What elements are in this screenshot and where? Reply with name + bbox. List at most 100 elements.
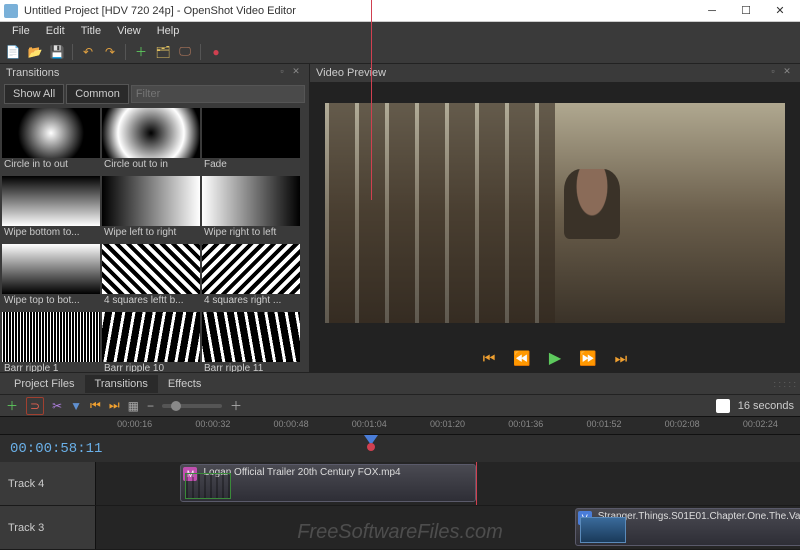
transition-label: 4 squares right ... [202,294,300,310]
transition-label: Fade [202,158,300,174]
menubar: File Edit Title View Help [0,22,800,40]
transition-item[interactable]: Circle out to in [102,108,200,174]
transition-label: Circle in to out [2,158,100,174]
track-body[interactable]: MLogan Official Trailer 20th Century FOX… [96,462,800,505]
profile-icon[interactable]: 🗂 [154,43,172,61]
prev-marker-icon[interactable]: ⏮ [90,398,101,413]
track-header[interactable]: Track 3 [0,506,96,549]
filter-show-all[interactable]: Show All [4,84,64,104]
menu-edit[interactable]: Edit [38,25,73,37]
window-title: Untitled Project [HDV 720 24p] - OpenSho… [24,5,696,17]
panel-close-icon[interactable]: ✕ [289,66,303,80]
duration-box-icon [716,399,730,413]
ruler-tick: 00:00:32 [195,419,230,429]
next-marker-icon[interactable]: ⏭ [109,398,120,413]
open-project-icon[interactable]: 📂 [26,43,44,61]
clip[interactable]: VStranger.Things.S01E01.Chapter.One.The.… [575,508,800,546]
rewind-icon[interactable]: ⏪ [513,350,530,367]
transition-item[interactable]: Wipe top to bot... [2,244,100,310]
new-project-icon[interactable]: 📄 [4,43,22,61]
app-icon [4,4,18,18]
zoom-slider[interactable] [162,404,222,408]
redo-icon[interactable]: ↷ [101,43,119,61]
preview-panel-title: Video Preview [316,67,386,79]
transition-item[interactable]: Barr ripple 1 [2,312,100,372]
transition-item[interactable]: Barr ripple 11 [202,312,300,372]
jump-end-icon[interactable]: ⏭ [615,350,628,367]
panel-undock-icon[interactable]: ▫ [275,66,289,80]
center-playhead-icon[interactable]: ▦ [128,399,139,413]
add-track-icon[interactable]: ＋ [6,397,18,414]
track-header[interactable]: Track 4 [0,462,96,505]
transition-thumb [2,108,100,158]
tab-project-files[interactable]: Project Files [4,375,85,393]
marker-icon[interactable]: ▼ [70,399,82,413]
zoom-in-icon[interactable]: ＋ [230,397,242,414]
transitions-grid: Circle in to outCircle out to inFade Wipe… [0,106,309,372]
menu-help[interactable]: Help [149,25,188,37]
transition-label: Circle out to in [102,158,200,174]
track-body[interactable]: VStranger.Things.S01E01.Chapter.One.The.… [96,506,800,549]
transition-label: Barr ripple 11 [202,362,300,372]
transition-item[interactable]: Barr ripple 10 [102,312,200,372]
timeline-head: 00:00:58:11 [0,434,800,462]
ruler-tick: 00:00:48 [274,419,309,429]
zoom-out-icon[interactable]: − [147,399,154,413]
clip-end-marker [476,462,477,505]
ruler-tick: 00:02:08 [665,419,700,429]
transition-item[interactable]: Wipe left to right [102,176,200,242]
razor-icon[interactable]: ✂ [52,399,62,413]
maximize-button[interactable]: ☐ [730,2,762,20]
transition-item[interactable]: Fade [202,108,300,174]
transition-thumb [202,244,300,294]
transition-thumb [202,176,300,226]
save-project-icon[interactable]: 💾 [48,43,66,61]
timeline-toolbar: ＋ ⊃ ✂ ▼ ⏮ ⏭ ▦ − ＋ 16 seconds [0,394,800,416]
preview-panel-header: Video Preview ▫ ✕ [310,64,800,82]
fast-forward-icon[interactable]: ⏩ [579,350,596,367]
transition-item[interactable]: 4 squares leftt b... [102,244,200,310]
transition-label: 4 squares leftt b... [102,294,200,310]
tab-effects[interactable]: Effects [158,375,211,393]
ruler-tick: 00:01:36 [508,419,543,429]
track: Track 3 VStranger.Things.S01E01.Chapter.O… [0,506,800,550]
timeline-ruler[interactable]: 00:00:1600:00:3200:00:4800:01:0400:01:20… [0,416,800,434]
close-button[interactable]: ✕ [764,2,796,20]
minimize-button[interactable]: ─ [696,2,728,20]
transition-label: Wipe bottom to... [2,226,100,242]
playhead[interactable] [364,435,378,462]
preview-panel: Video Preview ▫ ✕ ⏮ ⏪ ▶ ⏩ ⏭ [310,64,800,372]
transition-thumb [202,108,300,158]
ruler-tick: 00:00:16 [117,419,152,429]
filter-common[interactable]: Common [66,84,129,104]
menu-file[interactable]: File [4,25,38,37]
import-files-icon[interactable]: ＋ [132,43,150,61]
menu-title[interactable]: Title [73,25,109,37]
transition-thumb [2,176,100,226]
clip-thumb [580,517,626,543]
transition-item[interactable]: Circle in to out [2,108,100,174]
filter-input[interactable] [131,85,305,103]
transition-item[interactable]: Wipe right to left [202,176,300,242]
fullscreen-icon[interactable]: 🖵 [176,43,194,61]
snap-icon[interactable]: ⊃ [26,397,44,415]
panel-close-icon[interactable]: ✕ [780,66,794,80]
export-icon[interactable]: ● [207,43,225,61]
track: Track 4 MLogan Official Trailer 20th Cent… [0,462,800,506]
transition-item[interactable]: 4 squares right ... [202,244,300,310]
panel-undock-icon[interactable]: ▫ [766,66,780,80]
menu-view[interactable]: View [109,25,149,37]
transitions-panel-title: Transitions [6,67,59,79]
transition-item[interactable]: Wipe bottom to... [2,176,100,242]
play-icon[interactable]: ▶ [549,348,561,368]
jump-start-icon[interactable]: ⏮ [483,350,496,367]
clip[interactable]: MLogan Official Trailer 20th Century FOX… [180,464,476,502]
bottom-tabs: Project Files Transitions Effects : : : … [0,372,800,394]
transition-label: Wipe top to bot... [2,294,100,310]
transition-label: Wipe right to left [202,226,300,242]
transition-label: Wipe left to right [102,226,200,242]
undo-icon[interactable]: ↶ [79,43,97,61]
timeline-tracks: Track 4 MLogan Official Trailer 20th Cent… [0,462,800,550]
transition-label: Barr ripple 1 [2,362,100,372]
tab-transitions[interactable]: Transitions [85,375,158,393]
